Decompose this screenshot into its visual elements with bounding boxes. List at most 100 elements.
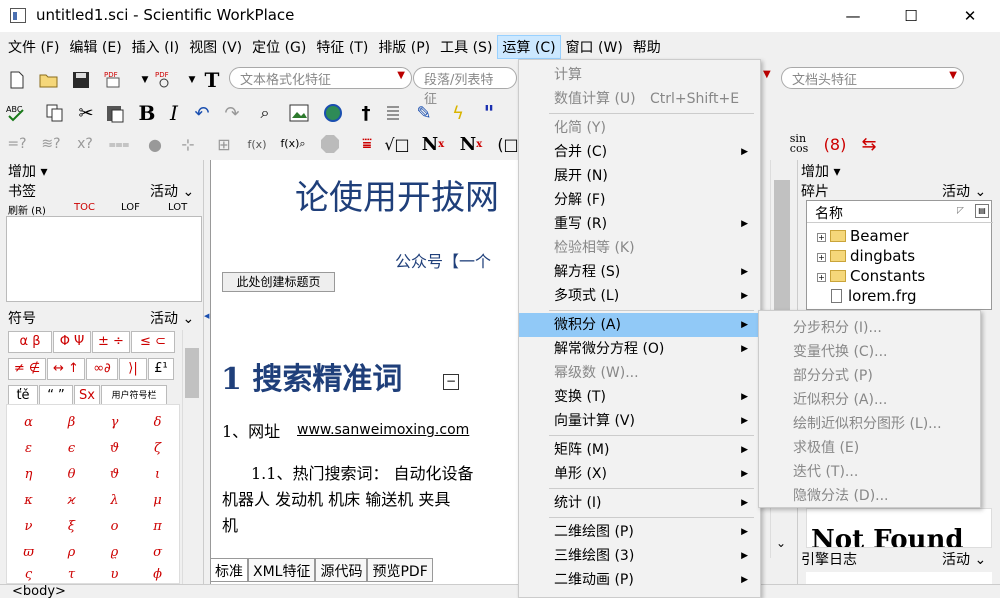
engine-log-active-dropdown[interactable]: 活动 ⌄ [942, 549, 986, 569]
symbol-tab-negated[interactable]: ≠ ∉ [8, 358, 46, 380]
lot-button[interactable]: LOT [168, 202, 187, 213]
label-arrow-icon[interactable]: ⇆ [858, 133, 880, 155]
symbol-varepsilon[interactable]: ϵ [50, 436, 93, 462]
symbol-scrollbar[interactable] [182, 330, 200, 584]
menu-item-vector-calculus[interactable]: 向量计算 (V) ▶ [519, 409, 760, 433]
function-icon[interactable]: f(x) [246, 133, 268, 155]
text-tool-icon[interactable]: T [201, 68, 223, 92]
create-title-page-button[interactable]: 此处创建标题页 [222, 272, 335, 292]
menu-item-check-equality[interactable]: 检验相等 (K) [519, 236, 760, 260]
symbol-vartheta-2[interactable]: ϑ [93, 462, 136, 488]
menu-file[interactable]: 文件 (F) [3, 35, 64, 59]
expand-icon[interactable]: + [817, 273, 826, 282]
function-name-icon[interactable]: sin cos [787, 133, 811, 155]
pdf-export-icon[interactable]: PDF [103, 68, 125, 90]
symbol-active-dropdown[interactable]: 活动 ⌄ [150, 308, 194, 328]
copy-icon[interactable] [44, 102, 66, 124]
fragment-folder-constants[interactable]: + Constants [817, 267, 925, 285]
symbol-vartheta[interactable]: ϑ [93, 436, 136, 462]
solve-icon[interactable]: x? [74, 133, 96, 155]
symbol-phi[interactable]: ϕ [136, 566, 179, 584]
text-tag-combo[interactable]: 文本格式化特征 ▼ [229, 67, 412, 89]
symbol-tab-delimiters[interactable]: ⟩| [119, 358, 147, 380]
name-column-header[interactable]: 名称 [807, 201, 993, 223]
symbol-kappa[interactable]: κ [7, 488, 50, 514]
lightning-icon[interactable]: ϟ [447, 102, 469, 124]
symbol-tab-operators[interactable]: ± ÷ [92, 331, 130, 353]
left-add-button[interactable]: 增加 ▾ [8, 161, 47, 181]
menu-help[interactable]: 帮助 [628, 35, 666, 59]
menu-goto[interactable]: 定位 (G) [247, 35, 311, 59]
symbol-varkappa[interactable]: ϰ [50, 488, 93, 514]
symbol-sigma[interactable]: σ [136, 540, 179, 566]
menu-item-power-series[interactable]: 幂级数 (W)... [519, 361, 760, 385]
menu-item-animate-2d[interactable]: 二维动画 (P) ▶ [519, 568, 760, 592]
symbol-pi[interactable]: π [136, 514, 179, 540]
submenu-item-implicit-diff[interactable]: 隐微分法 (D)... [793, 485, 889, 505]
lof-button[interactable]: LOF [121, 202, 140, 213]
paragraph-tag-combo[interactable]: 段落/列表特征 [413, 67, 517, 107]
collapse-icon[interactable]: − [443, 374, 459, 390]
binomial-icon[interactable]: (8) [824, 133, 847, 155]
radical-icon[interactable]: √□ [384, 133, 409, 155]
fragment-file-lorem[interactable]: lorem.frg [831, 287, 917, 305]
scrollbar-thumb[interactable] [774, 180, 790, 316]
ink-icon[interactable]: ✎ [413, 102, 435, 124]
chevron-down-icon[interactable]: ⌄ [776, 536, 786, 550]
dropdown-arrow-icon[interactable]: ▼ [134, 69, 156, 91]
paste-icon[interactable] [104, 102, 126, 124]
symbol-rho[interactable]: ρ [50, 540, 93, 566]
symbol-omicron[interactable]: ο [93, 514, 136, 540]
menu-item-solve[interactable]: 解方程 (S) ▶ [519, 260, 760, 284]
plot-2d-icon[interactable]: ⊹ [177, 133, 199, 155]
right-add-button[interactable]: 增加 ▾ [801, 161, 840, 181]
symbol-tab-relations[interactable]: ≤ ⊂ [131, 331, 175, 353]
tab-source[interactable]: 源代码 [315, 558, 368, 582]
evaluate-icon[interactable]: =? [6, 133, 28, 155]
tab-xml[interactable]: XML特征 [248, 558, 316, 582]
symbol-upsilon[interactable]: υ [93, 566, 136, 584]
symbol-lambda[interactable]: λ [93, 488, 136, 514]
submenu-item-partial-fractions[interactable]: 部分分式 (P) [793, 365, 873, 385]
quote-icon[interactable]: " [478, 101, 500, 125]
symbol-theta[interactable]: θ [50, 462, 93, 488]
expand-icon[interactable]: + [817, 253, 826, 262]
symbol-varsigma[interactable]: ς [7, 566, 50, 584]
refresh-button[interactable]: 刷新 (R) [8, 202, 46, 217]
menu-edit[interactable]: 编辑 (E) [64, 35, 126, 59]
submenu-item-iterate[interactable]: 迭代 (T)... [793, 461, 858, 481]
symbol-tab-latin[interactable]: £¹ [148, 358, 174, 380]
bold-icon[interactable]: B [136, 101, 158, 125]
sort-icon[interactable]: ◸ [957, 206, 964, 216]
document-area[interactable]: 论使用开拔网 公众号【一个 此处创建标题页 1 搜索精准词 − 1、网址 www… [210, 160, 520, 584]
symbol-alpha[interactable]: α [7, 410, 50, 436]
menu-tag[interactable]: 特征 (T) [311, 35, 373, 59]
submenu-item-change-variable[interactable]: 变量代换 (C)... [793, 341, 888, 361]
spellcheck-icon[interactable]: ABC [6, 102, 28, 124]
submenu-item-plot-approx-integral[interactable]: 绘制近似积分图形 (L)... [793, 413, 942, 433]
expand-icon[interactable]: + [817, 233, 826, 242]
superscript-icon[interactable]: Nx [422, 133, 444, 155]
menu-item-transforms[interactable]: 变换 (T) ▶ [519, 385, 760, 409]
close-button[interactable]: ✕ [947, 0, 993, 32]
stop-icon[interactable] [319, 133, 341, 155]
bookmark-list[interactable] [6, 216, 202, 302]
panel-menu-icon[interactable]: ▤ [975, 204, 989, 218]
menu-item-rewrite[interactable]: 重写 (R) ▶ [519, 212, 760, 236]
open-folder-icon[interactable] [38, 69, 60, 91]
evaluate-numeric-icon[interactable]: ≋? [40, 133, 62, 155]
submenu-item-integrate-by-parts[interactable]: 分步积分 (I)... [793, 317, 882, 337]
symbol-tab-misc[interactable]: ∞∂ [86, 358, 118, 380]
italic-icon[interactable]: I [163, 101, 185, 125]
symbol-tab-arrows[interactable]: ↔ ↑ [47, 358, 85, 380]
cut-icon[interactable]: ✂ [75, 102, 97, 124]
splitter-arrow-icon[interactable]: ◀ [204, 312, 210, 320]
function-zoom-icon[interactable]: f(x)⌕ [280, 133, 305, 155]
toc-button[interactable]: TOC [74, 202, 95, 213]
pdf-preview-icon[interactable]: PDF [154, 68, 176, 90]
menu-item-factor[interactable]: 分解 (F) [519, 188, 760, 212]
find-binoculars-icon[interactable]: ⌕ [254, 102, 276, 124]
menu-typeset[interactable]: 排版 (P) [373, 35, 435, 59]
dropdown-arrow-icon[interactable]: ▼ [181, 69, 203, 91]
list-icon[interactable] [381, 102, 403, 124]
